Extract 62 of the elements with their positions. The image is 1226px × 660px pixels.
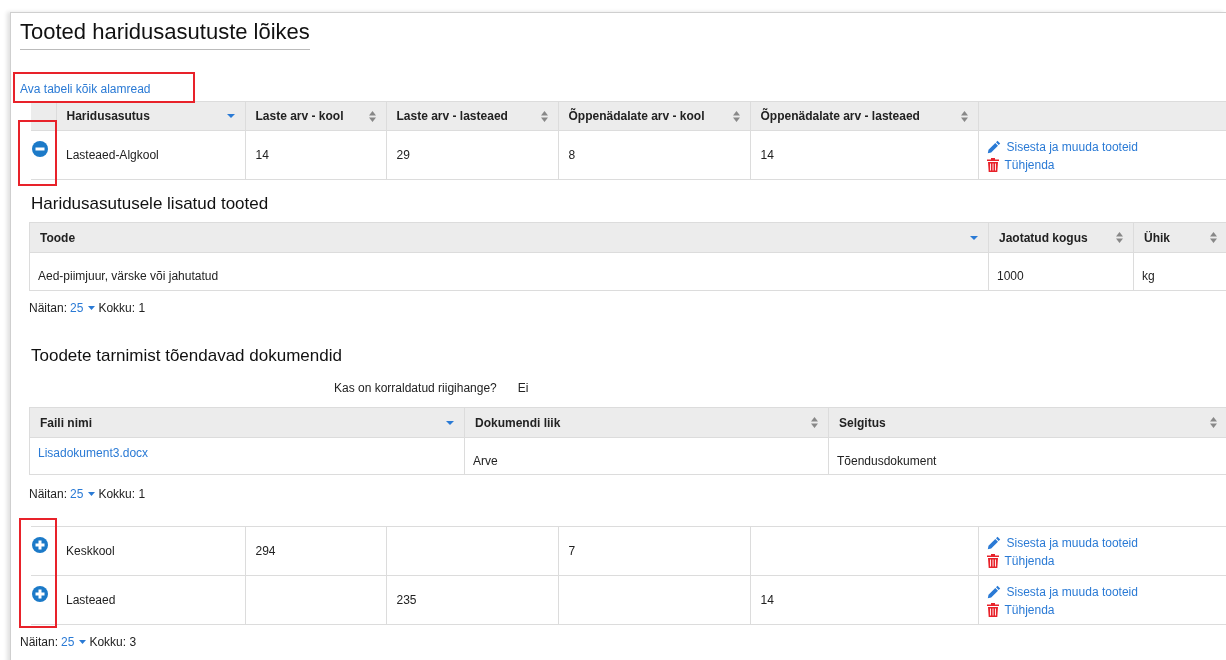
pencil-icon xyxy=(986,140,1001,154)
page-size-dropdown[interactable]: 25 xyxy=(70,485,96,503)
table-cell: Lasteaed-Algkool xyxy=(66,148,159,162)
total-count: Kokku: 1 xyxy=(98,486,146,503)
collapse-row-icon[interactable] xyxy=(32,141,48,157)
column-header[interactable]: Laste arv - kool xyxy=(245,101,386,131)
table-cell: Lasteaed xyxy=(66,593,116,607)
column-header[interactable]: Haridusasutus xyxy=(56,101,245,131)
column-header[interactable]: Õppenädalate arv - kool xyxy=(558,101,750,131)
table-cell: 29 xyxy=(396,148,410,162)
section-title: Toodete tarnimist tõendavad dokumendid xyxy=(30,345,343,366)
column-header[interactable]: Jaotatud kogus xyxy=(988,222,1134,253)
column-header[interactable]: Toode xyxy=(29,222,989,253)
caret-icon xyxy=(88,492,96,496)
table-cell: kg xyxy=(1142,268,1155,283)
table-cell: Tõendusdokument xyxy=(837,454,937,468)
edit-link[interactable]: Sisesta ja muuda tooteid xyxy=(986,534,1219,552)
pager-label: Näitan: xyxy=(29,300,68,317)
column-header[interactable]: Laste arv - lasteaed xyxy=(386,101,558,131)
expand-row-icon[interactable] xyxy=(32,586,48,602)
table-cell: 8 xyxy=(568,148,576,162)
question-answer: Ei xyxy=(517,381,529,395)
table-cell: 7 xyxy=(568,544,576,558)
clear-link[interactable]: Tühjenda xyxy=(986,552,1219,570)
edit-link[interactable]: Sisesta ja muuda tooteid xyxy=(986,583,1219,601)
question-label: Kas on korraldatud riigihange? xyxy=(334,381,497,395)
clear-link[interactable]: Tühjenda xyxy=(986,601,1219,619)
caret-icon xyxy=(88,306,96,310)
pencil-icon xyxy=(986,536,1001,550)
expand-all-link[interactable]: Ava tabeli kõik alamread xyxy=(20,82,151,96)
column-header[interactable]: Õppenädalate arv - lasteaed xyxy=(750,101,978,131)
caret-icon xyxy=(79,640,87,644)
total-count: Kokku: 1 xyxy=(98,300,146,317)
pager-label: Näitan: xyxy=(29,486,68,503)
table-cell: 14 xyxy=(760,593,774,607)
expand-row-icon[interactable] xyxy=(32,537,48,553)
clear-link[interactable]: Tühjenda xyxy=(986,156,1219,174)
trash-icon xyxy=(986,158,999,172)
annotation-frame xyxy=(18,120,57,186)
table-cell: 1000 xyxy=(997,268,1024,283)
column-header[interactable]: Selgitus xyxy=(828,407,1226,438)
table-cell: 235 xyxy=(396,593,417,607)
column-header[interactable]: Faili nimi xyxy=(29,407,465,438)
section-title: Haridusasutusele lisatud tooted xyxy=(30,193,270,214)
edit-link[interactable]: Sisesta ja muuda tooteid xyxy=(986,138,1219,156)
table-cell: 14 xyxy=(760,148,774,162)
column-header[interactable]: Ühik xyxy=(1133,222,1226,253)
table-cell: Keskkool xyxy=(66,544,115,558)
table-cell: 14 xyxy=(255,148,269,162)
column-header[interactable]: Dokumendi liik xyxy=(464,407,829,438)
page-size-dropdown[interactable]: 25 xyxy=(61,633,87,651)
pencil-icon xyxy=(986,585,1001,599)
page-title: Tooted haridusasutuste lõikes xyxy=(20,17,310,50)
trash-icon xyxy=(986,554,999,568)
file-link[interactable]: Lisadokument3.docx xyxy=(38,446,149,460)
pager-label: Näitan: xyxy=(20,634,59,651)
table-cell: 294 xyxy=(255,544,276,558)
trash-icon xyxy=(986,603,999,617)
page-size-dropdown[interactable]: 25 xyxy=(70,299,96,317)
table-cell: Arve xyxy=(473,454,498,468)
table-cell: Aed-piimjuur, värske või jahutatud xyxy=(38,268,219,283)
total-count: Kokku: 3 xyxy=(89,634,137,651)
